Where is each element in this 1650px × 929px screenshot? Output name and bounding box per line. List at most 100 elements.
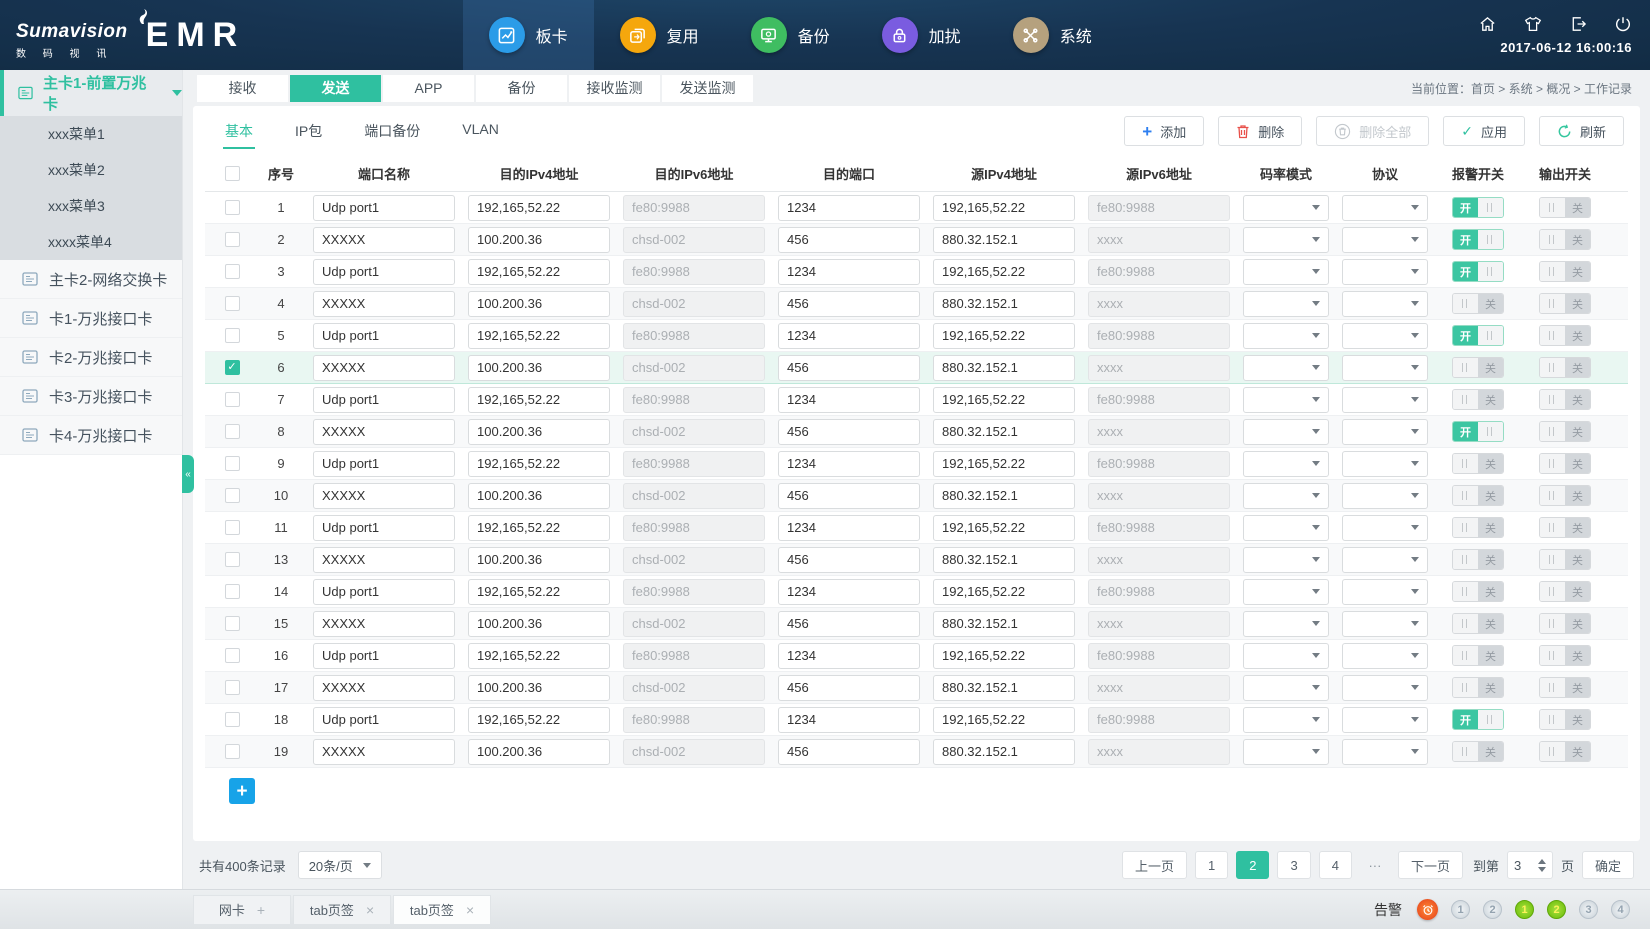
tab-action-icon[interactable]: ×: [366, 902, 374, 918]
src-ipv4-input[interactable]: [933, 739, 1075, 765]
rate-mode-select[interactable]: [1243, 451, 1329, 477]
dst-port-input[interactable]: [778, 483, 920, 509]
src-ipv4-input[interactable]: [933, 355, 1075, 381]
status-badge[interactable]: 3: [1579, 900, 1598, 919]
sidebar-item[interactable]: 卡2-万兆接口卡: [0, 338, 182, 377]
output-toggle[interactable]: 开 关: [1539, 229, 1591, 250]
select-all-checkbox[interactable]: ✓: [225, 166, 240, 181]
rate-mode-select[interactable]: [1243, 707, 1329, 733]
apply-button[interactable]: ✓应用: [1443, 116, 1525, 146]
sidebar-collapse-handle[interactable]: «: [182, 455, 194, 493]
src-ipv4-input[interactable]: [933, 707, 1075, 733]
row-checkbox[interactable]: ✓: [225, 200, 240, 215]
dst-ipv4-input[interactable]: [468, 515, 610, 541]
dst-port-input[interactable]: [778, 579, 920, 605]
status-badge[interactable]: 1: [1451, 900, 1470, 919]
src-ipv4-input[interactable]: [933, 643, 1075, 669]
rate-mode-select[interactable]: [1243, 515, 1329, 541]
subtab[interactable]: IP包: [293, 113, 324, 149]
alarm-toggle[interactable]: 开 关: [1452, 453, 1504, 474]
output-toggle[interactable]: 开 关: [1539, 453, 1591, 474]
page-button[interactable]: 1: [1195, 851, 1228, 879]
src-ipv4-input[interactable]: [933, 675, 1075, 701]
sidebar-submenu-item[interactable]: xxx菜单3: [0, 188, 182, 224]
per-page-select[interactable]: 20条/页: [298, 851, 382, 879]
row-checkbox[interactable]: ✓: [225, 712, 240, 727]
port-name-input[interactable]: [313, 291, 455, 317]
confirm-button[interactable]: 确定: [1582, 851, 1634, 879]
dst-port-input[interactable]: [778, 739, 920, 765]
bottom-tab[interactable]: tab页签 ×: [393, 895, 491, 925]
protocol-select[interactable]: [1342, 323, 1428, 349]
src-ipv4-input[interactable]: [933, 483, 1075, 509]
protocol-select[interactable]: [1342, 611, 1428, 637]
alarm-toggle[interactable]: 开 关: [1452, 645, 1504, 666]
port-name-input[interactable]: [313, 515, 455, 541]
output-toggle[interactable]: 开 关: [1539, 261, 1591, 282]
subtab[interactable]: 端口备份: [362, 113, 422, 149]
src-ipv4-input[interactable]: [933, 195, 1075, 221]
rate-mode-select[interactable]: [1243, 387, 1329, 413]
rate-mode-select[interactable]: [1243, 483, 1329, 509]
rate-mode-select[interactable]: [1243, 227, 1329, 253]
row-checkbox[interactable]: ✓: [225, 744, 240, 759]
row-checkbox[interactable]: ✓: [225, 520, 240, 535]
nav-item-backup[interactable]: 备份: [725, 0, 856, 70]
protocol-select[interactable]: [1342, 387, 1428, 413]
row-checkbox[interactable]: ✓: [225, 296, 240, 311]
protocol-select[interactable]: [1342, 259, 1428, 285]
output-toggle[interactable]: 开 关: [1539, 485, 1591, 506]
output-toggle[interactable]: 开 关: [1539, 325, 1591, 346]
row-checkbox[interactable]: ✓: [225, 392, 240, 407]
port-name-input[interactable]: [313, 259, 455, 285]
src-ipv4-input[interactable]: [933, 515, 1075, 541]
dst-port-input[interactable]: [778, 675, 920, 701]
status-badge[interactable]: 2: [1483, 900, 1502, 919]
tab[interactable]: 接收: [197, 75, 288, 102]
alarm-toggle[interactable]: 开 关: [1452, 485, 1504, 506]
status-badge[interactable]: 4: [1611, 900, 1630, 919]
nav-item-scramble[interactable]: 加扰: [856, 0, 987, 70]
protocol-select[interactable]: [1342, 419, 1428, 445]
dst-ipv4-input[interactable]: [468, 387, 610, 413]
alarm-toggle[interactable]: 开 关: [1452, 197, 1504, 218]
dst-port-input[interactable]: [778, 259, 920, 285]
dst-ipv4-input[interactable]: [468, 707, 610, 733]
alarm-toggle[interactable]: 开 关: [1452, 357, 1504, 378]
row-checkbox[interactable]: ✓: [225, 424, 240, 439]
refresh-button[interactable]: 刷新: [1539, 116, 1624, 146]
rate-mode-select[interactable]: [1243, 739, 1329, 765]
status-badge[interactable]: 1: [1515, 900, 1534, 919]
dst-port-input[interactable]: [778, 291, 920, 317]
protocol-select[interactable]: [1342, 675, 1428, 701]
output-toggle[interactable]: 开 关: [1539, 549, 1591, 570]
port-name-input[interactable]: [313, 547, 455, 573]
port-name-input[interactable]: [313, 611, 455, 637]
output-toggle[interactable]: 开 关: [1539, 517, 1591, 538]
rate-mode-select[interactable]: [1243, 579, 1329, 605]
logout-icon[interactable]: [1569, 15, 1588, 33]
dst-ipv4-input[interactable]: [468, 259, 610, 285]
row-checkbox[interactable]: ✓: [225, 328, 240, 343]
port-name-input[interactable]: [313, 675, 455, 701]
rate-mode-select[interactable]: [1243, 323, 1329, 349]
tab[interactable]: 备份: [476, 75, 567, 102]
dst-ipv4-input[interactable]: [468, 291, 610, 317]
output-toggle[interactable]: 开 关: [1539, 197, 1591, 218]
output-toggle[interactable]: 开 关: [1539, 741, 1591, 762]
protocol-select[interactable]: [1342, 355, 1428, 381]
home-icon[interactable]: [1478, 15, 1497, 33]
output-toggle[interactable]: 开 关: [1539, 389, 1591, 410]
subtab[interactable]: VLAN: [460, 113, 501, 149]
dst-ipv4-input[interactable]: [468, 227, 610, 253]
nav-item-multiplex[interactable]: 复用: [594, 0, 725, 70]
port-name-input[interactable]: [313, 323, 455, 349]
row-checkbox[interactable]: ✓: [225, 616, 240, 631]
dst-port-input[interactable]: [778, 227, 920, 253]
add-row-button[interactable]: +: [229, 778, 255, 804]
rate-mode-select[interactable]: [1243, 195, 1329, 221]
dst-ipv4-input[interactable]: [468, 195, 610, 221]
status-badge[interactable]: 2: [1547, 900, 1566, 919]
sidebar-submenu-item[interactable]: xxxx菜单4: [0, 224, 182, 260]
rate-mode-select[interactable]: [1243, 291, 1329, 317]
